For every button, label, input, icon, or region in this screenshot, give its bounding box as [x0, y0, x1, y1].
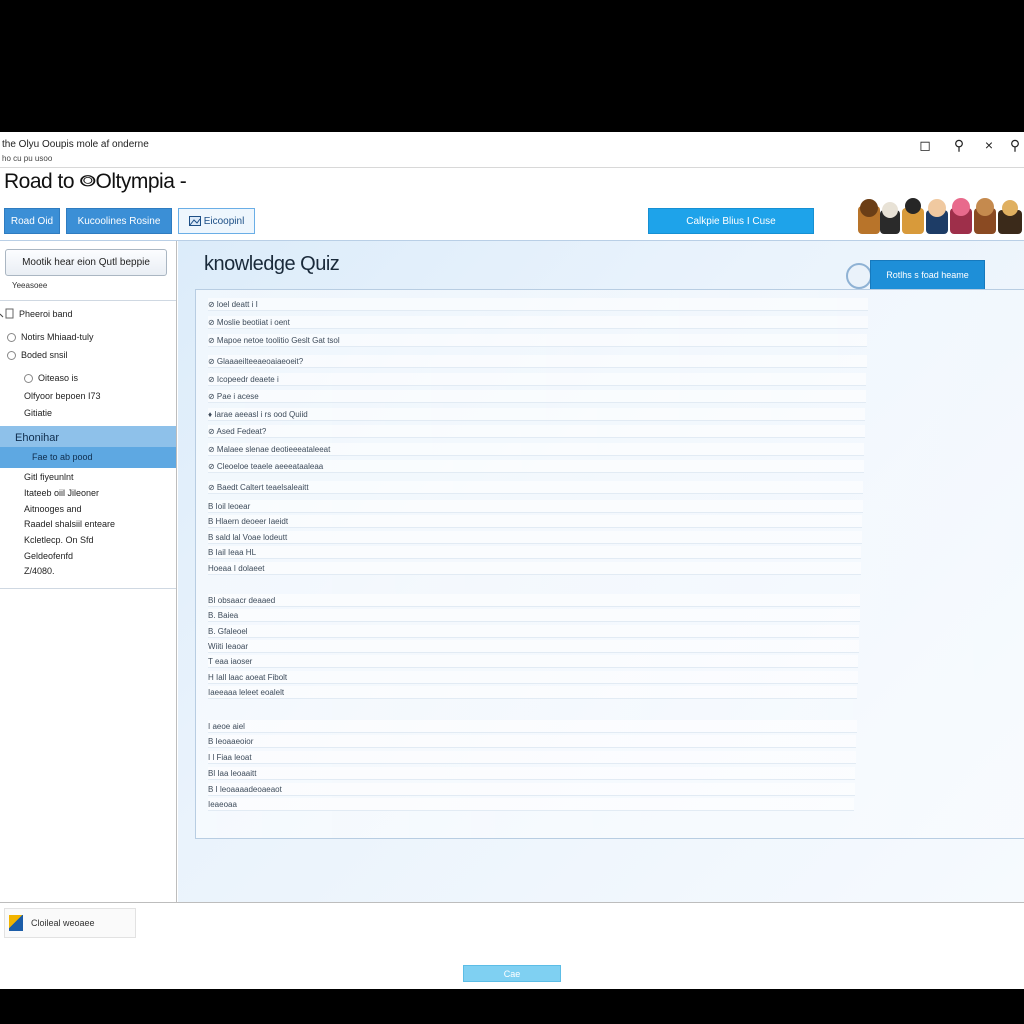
sidebar-item-label: Olfyoor bepoen I73	[24, 391, 101, 401]
window-title: the Olyu Ooupis mole af onderne	[2, 139, 149, 150]
category-cta-button[interactable]: Calkpie Blius I Cuse	[648, 208, 814, 234]
question-row[interactable]: H Iall laac aoeat Fibolt	[208, 671, 858, 684]
sidebar-text-line: Raadel shalsiil enteare	[24, 519, 116, 529]
question-row[interactable]: B sald lal Voae lodeutt	[208, 531, 862, 544]
question-row[interactable]: B Iail Ieaa HL	[208, 546, 861, 559]
sidebar-item-3[interactable]: Boded snsil	[7, 350, 68, 360]
mascot-characters-image	[858, 198, 1022, 234]
checkbox-icon	[0, 308, 14, 319]
sidebar-item-label: Boded snsil	[21, 350, 68, 360]
status-text: Cloileal weoaee	[31, 918, 95, 928]
search-icon[interactable]	[846, 263, 872, 289]
sidebar-item-active[interactable]: Ehonihar Fae to ab pood	[0, 426, 176, 468]
question-row[interactable]: B. Baiea	[208, 609, 860, 622]
app-window: the Olyu Ooupis mole af onderne ho cu pu…	[0, 132, 1024, 989]
sidebar-item-1[interactable]: Pheeroi band	[0, 308, 73, 320]
window-subtitle: ho cu pu usoo	[2, 154, 53, 163]
question-row[interactable]: ⊘ Baedt Caltert teaelsaleaitt	[208, 481, 863, 494]
question-row[interactable]: ⊘ loel deatt i I	[208, 298, 868, 311]
search-icon[interactable]: ⚲	[950, 137, 968, 154]
active-item-title: Ehonihar	[15, 432, 60, 444]
sidebar-text-line: Gitl fiyeunlnt	[24, 472, 74, 482]
radio-icon	[7, 332, 16, 342]
sidebar-item-2[interactable]: Notirs Mhiaad-tuly	[7, 332, 94, 342]
sidebar-search-button[interactable]: Mootik hear eion Qutl beppie	[5, 249, 167, 276]
close-icon[interactable]: ×	[980, 137, 998, 153]
sidebar-divider	[0, 588, 176, 589]
sidebar-text-line: Kcletlecp. On Sfd	[24, 535, 94, 545]
sidebar-item-5[interactable]: Olfyoor bepoen I73	[24, 391, 101, 401]
quiz-action-button[interactable]: Rotlhs s foad heame	[870, 260, 985, 290]
nav-explore-label: Eicoopinl	[203, 215, 245, 227]
sidebar-item-label: Oiteaso is	[38, 373, 79, 383]
question-row[interactable]: Ieaeoaa	[208, 798, 854, 811]
sidebar-caption: Yeeasoee	[12, 281, 48, 290]
active-item-subtitle: Fae to ab pood	[0, 447, 176, 468]
question-row[interactable]: Hoeaa I dolaeet	[208, 562, 861, 575]
question-row[interactable]: ⊘ Moslie beotiiat i oent	[208, 316, 868, 329]
status-bar: Cloileal weoaee	[4, 908, 136, 938]
question-row[interactable]: ⊘ Ased Fedeat?	[208, 425, 865, 438]
sidebar-text-line: Geldeofenfd	[24, 551, 74, 561]
close-button[interactable]: Cae	[463, 965, 561, 982]
radio-icon	[7, 350, 16, 360]
help-icon[interactable]: ⚲	[1006, 137, 1024, 154]
restore-icon[interactable]: ◻	[916, 137, 934, 154]
question-row[interactable]: T eaa iaoser	[208, 655, 858, 668]
question-row[interactable]: ⊘ Cleoeloe teaele aeeeataaleaa	[208, 460, 864, 473]
footer-divider	[0, 902, 1024, 903]
question-row[interactable]: ⊘ Glaaaeilteeaeoaiaeoeit?	[208, 355, 867, 368]
sidebar-item-label: Notirs Mhiaad-tuly	[21, 332, 94, 342]
question-row[interactable]: B Hlaern deoeer Iaeidt	[208, 515, 862, 528]
nav-explore-button[interactable]: Eicoopinl	[178, 208, 255, 234]
question-list: ⊘ loel deatt i I ⊘ Moslie beotiiat i oent…	[195, 289, 1024, 839]
question-row[interactable]: ♦ Iarae aeeasl i rs ood Quiid	[208, 408, 865, 421]
sidebar: Mootik hear eion Qutl beppie Yeeasoee Ph…	[0, 241, 177, 903]
question-row[interactable]: B. Gfaleoel	[208, 625, 859, 638]
question-row[interactable]: B Ieoaaeoior	[208, 735, 856, 748]
sidebar-text-line: Aitnooges and	[24, 504, 82, 514]
main-content: knowledge Quiz Rotlhs s foad heame ⊘ loe…	[178, 241, 1024, 903]
question-row[interactable]: ⊘ Malaee slenae deotieeeataleeat	[208, 443, 864, 456]
sidebar-item-6[interactable]: Gitiatie	[24, 408, 52, 418]
sidebar-text-line: Itateeb oiil Jileoner	[24, 488, 100, 498]
question-row[interactable]: Wiiti Ieaoar	[208, 640, 859, 653]
question-row[interactable]: ⊘ Pae i acese	[208, 390, 866, 403]
image-icon	[188, 216, 201, 226]
nav-road-button[interactable]: Road Oid	[4, 208, 60, 234]
question-row[interactable]: B I leoaaaadeoaeaot	[208, 783, 855, 796]
question-row[interactable]: Iaeeaaa leleet eoalelt	[208, 686, 857, 699]
sidebar-item-label: Gitiatie	[24, 408, 53, 418]
question-row[interactable]: I l Fiaa leoat	[208, 751, 856, 764]
page-title: knowledge Quiz	[204, 253, 340, 275]
question-row[interactable]: ⊘ Icopeedr deaete i	[208, 373, 866, 386]
sidebar-text-line: Z/4080.	[24, 566, 55, 576]
sidebar-divider	[0, 300, 176, 301]
question-row[interactable]: ⊘ Mapoe netoe toolitio Geslt Gat tsol	[208, 334, 867, 347]
sidebar-item-4[interactable]: Oiteaso is	[24, 373, 78, 383]
app-logo-icon	[9, 915, 23, 931]
nav-resources-button[interactable]: Kucoolines Rosine	[66, 208, 172, 234]
question-row[interactable]: B Ioil leoear	[208, 500, 863, 513]
app-title: Road to ⭖Oltympia -	[4, 170, 187, 193]
question-row[interactable]: I aeoe aiel	[208, 720, 857, 733]
question-row[interactable]: BI obsaacr deaaed	[208, 594, 860, 607]
title-bar: the Olyu Ooupis mole af onderne ho cu pu…	[0, 132, 1024, 168]
question-row[interactable]: Bl Iaa leoaaitt	[208, 767, 855, 780]
radio-icon	[24, 373, 33, 383]
sidebar-item-label: Pheeroi band	[19, 309, 73, 319]
